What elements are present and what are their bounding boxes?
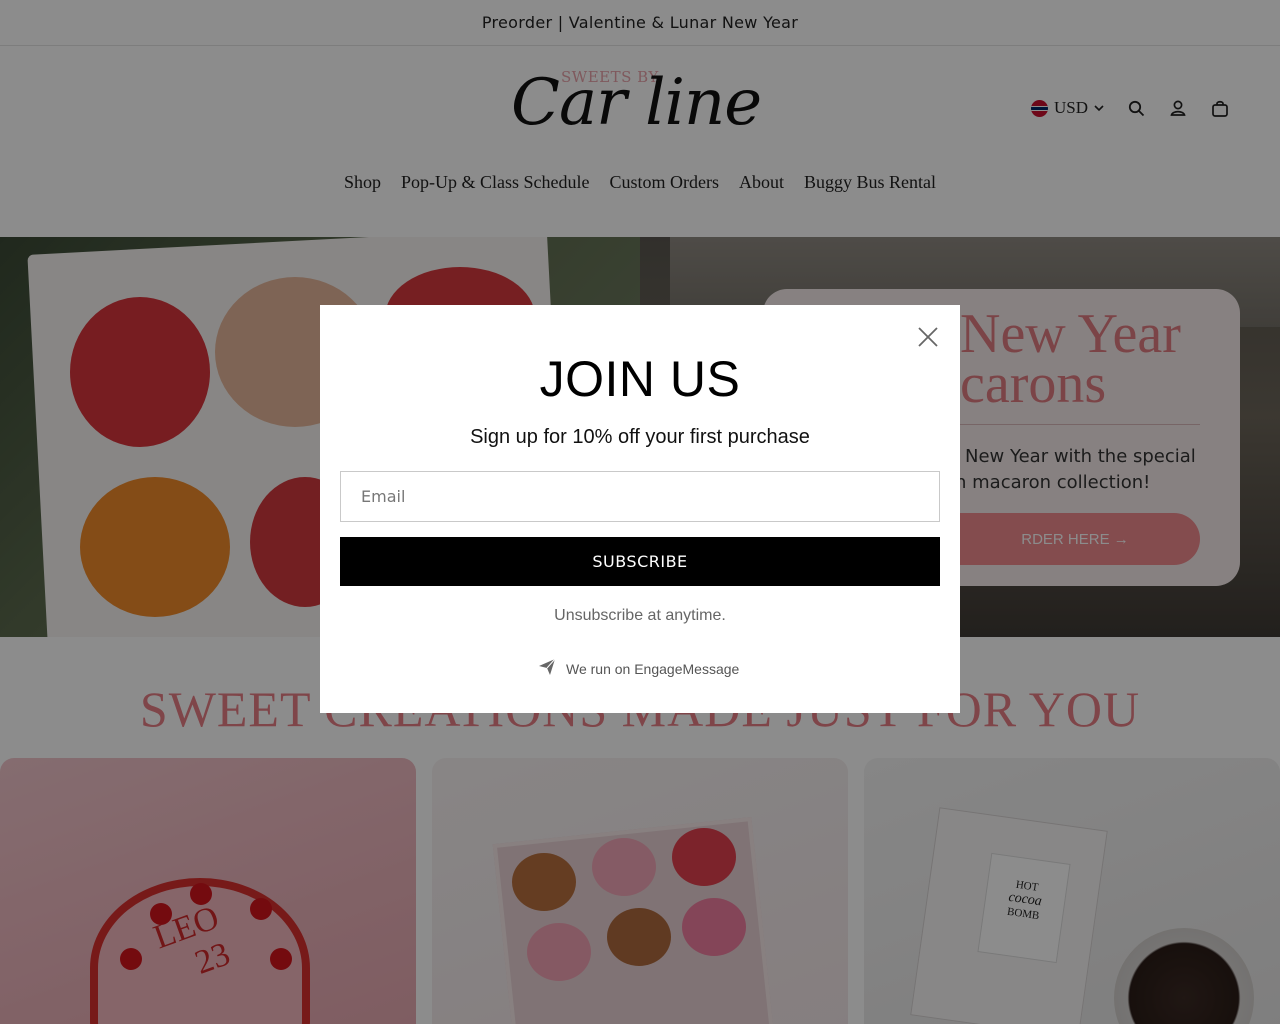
modal-subtitle: Sign up for 10% off your first purchase xyxy=(470,426,810,448)
modal-title: JOIN US xyxy=(539,351,741,407)
powered-by-text: We run on EngageMessage xyxy=(566,660,740,677)
powered-by[interactable]: We run on EngageMessage xyxy=(538,658,739,679)
unsubscribe-note: Unsubscribe at anytime. xyxy=(554,607,726,624)
subscribe-button[interactable]: SUBSCRIBE xyxy=(340,537,940,586)
email-field[interactable] xyxy=(340,471,940,522)
close-icon[interactable] xyxy=(916,325,940,349)
paper-plane-icon xyxy=(538,658,556,679)
